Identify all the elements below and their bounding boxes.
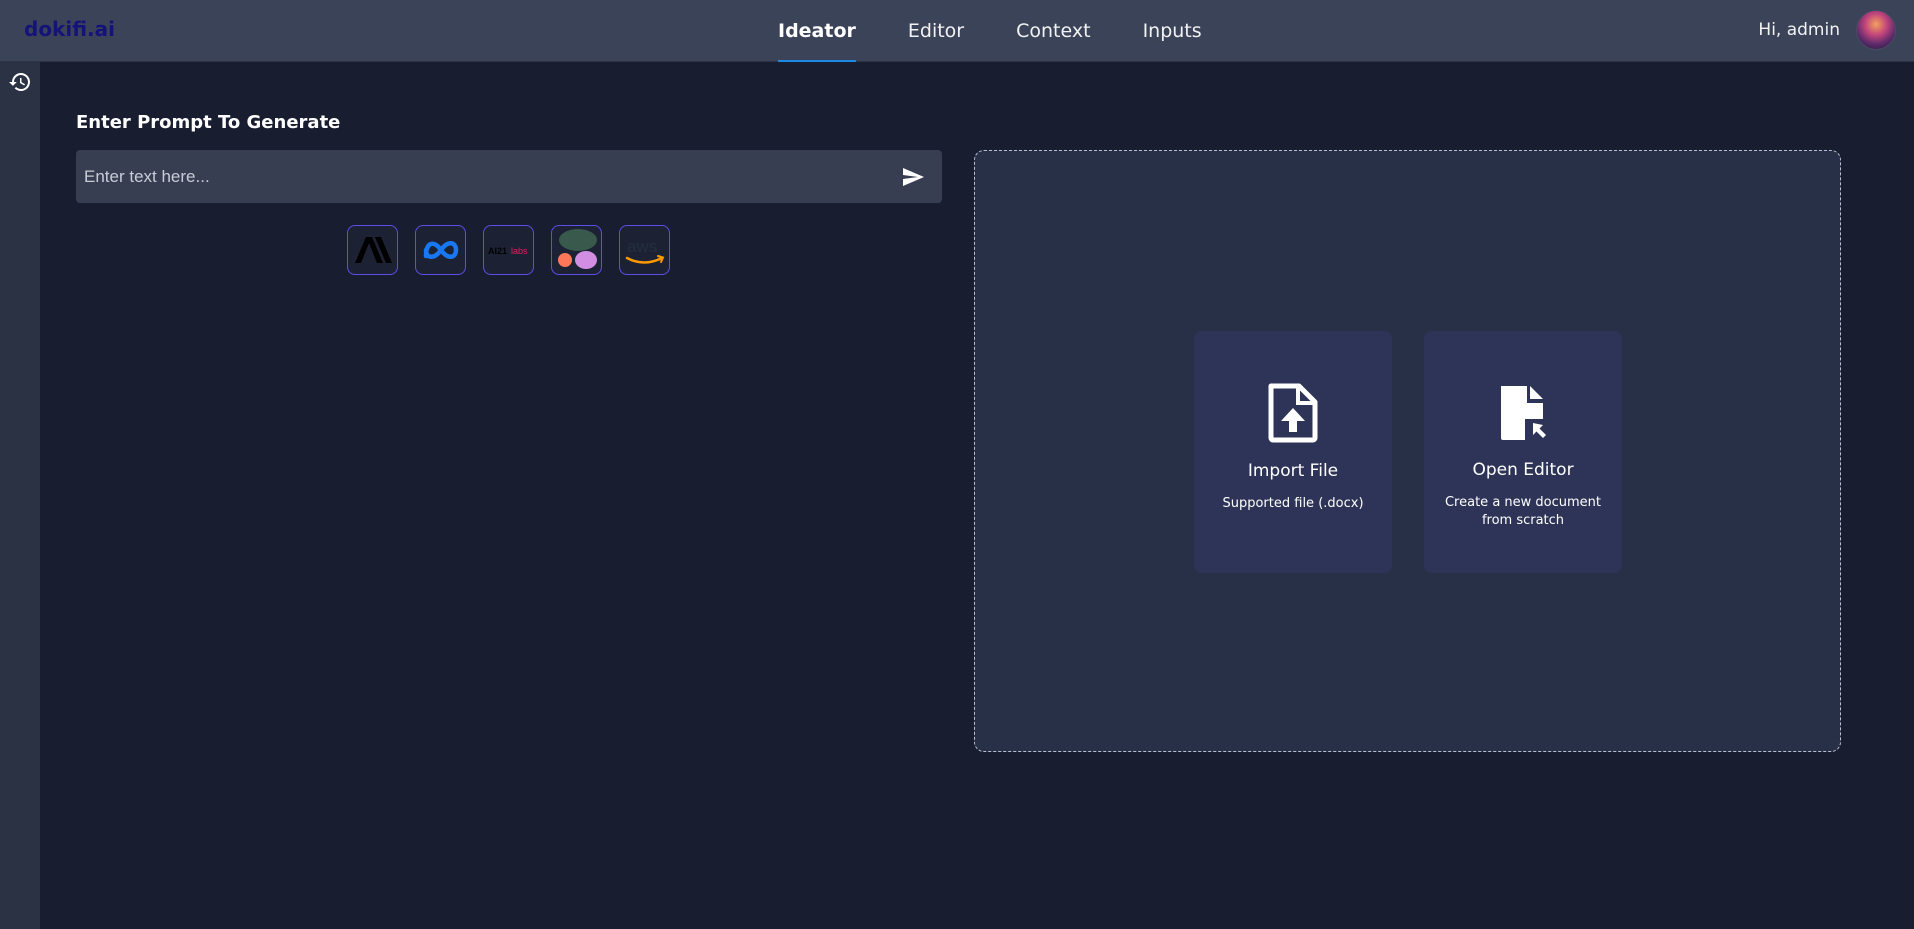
top-navigation-bar: dokifi.ai Ideator Editor Context Inputs … [0,0,1914,62]
history-icon[interactable] [8,70,32,94]
file-upload-icon [1268,383,1318,443]
import-file-title: Import File [1247,461,1339,481]
model-cohere-button[interactable] [551,225,602,275]
import-file-card[interactable]: Import File Supported file (.docx) [1194,331,1392,573]
left-sidebar [0,62,40,929]
user-avatar[interactable] [1856,10,1896,50]
cohere-logo-icon [557,229,597,269]
open-editor-card[interactable]: Open Editor Create a new document from s… [1424,331,1622,573]
open-editor-title: Open Editor [1472,460,1574,480]
aws-logo-icon: aws [625,237,664,264]
prompt-title: Enter Prompt To Generate [76,112,341,133]
tab-inputs[interactable]: Inputs [1143,0,1202,62]
model-ai21-button[interactable]: AI21 labs [483,225,534,275]
model-aws-button[interactable]: aws [619,225,670,275]
app-logo[interactable]: dokifi.ai [24,17,115,41]
model-meta-button[interactable] [415,225,466,275]
user-greeting: Hi, admin [1758,20,1840,40]
tab-context[interactable]: Context [1016,0,1090,62]
main-nav: Ideator Editor Context Inputs [778,0,1254,62]
document-dropzone[interactable]: Import File Supported file (.docx) Open … [974,150,1841,752]
tab-editor[interactable]: Editor [908,0,964,62]
model-selector: AI21 labs aws [347,225,687,275]
svg-text:aws: aws [627,237,657,256]
svg-text:labs: labs [511,246,528,256]
svg-text:AI21: AI21 [488,246,507,256]
ai21-labs-logo-icon: AI21 labs [488,246,528,256]
open-editor-description: Create a new document from scratch [1444,495,1602,528]
send-icon[interactable] [900,165,926,189]
file-pointer-icon [1501,386,1546,440]
model-anthropic-button[interactable] [347,225,398,275]
anthropic-logo-icon [354,237,392,263]
prompt-input[interactable] [84,150,874,203]
tab-ideator[interactable]: Ideator [778,0,856,62]
import-file-description: Supported file (.docx) [1222,496,1364,511]
prompt-box [76,150,942,203]
meta-logo-icon [423,241,458,259]
